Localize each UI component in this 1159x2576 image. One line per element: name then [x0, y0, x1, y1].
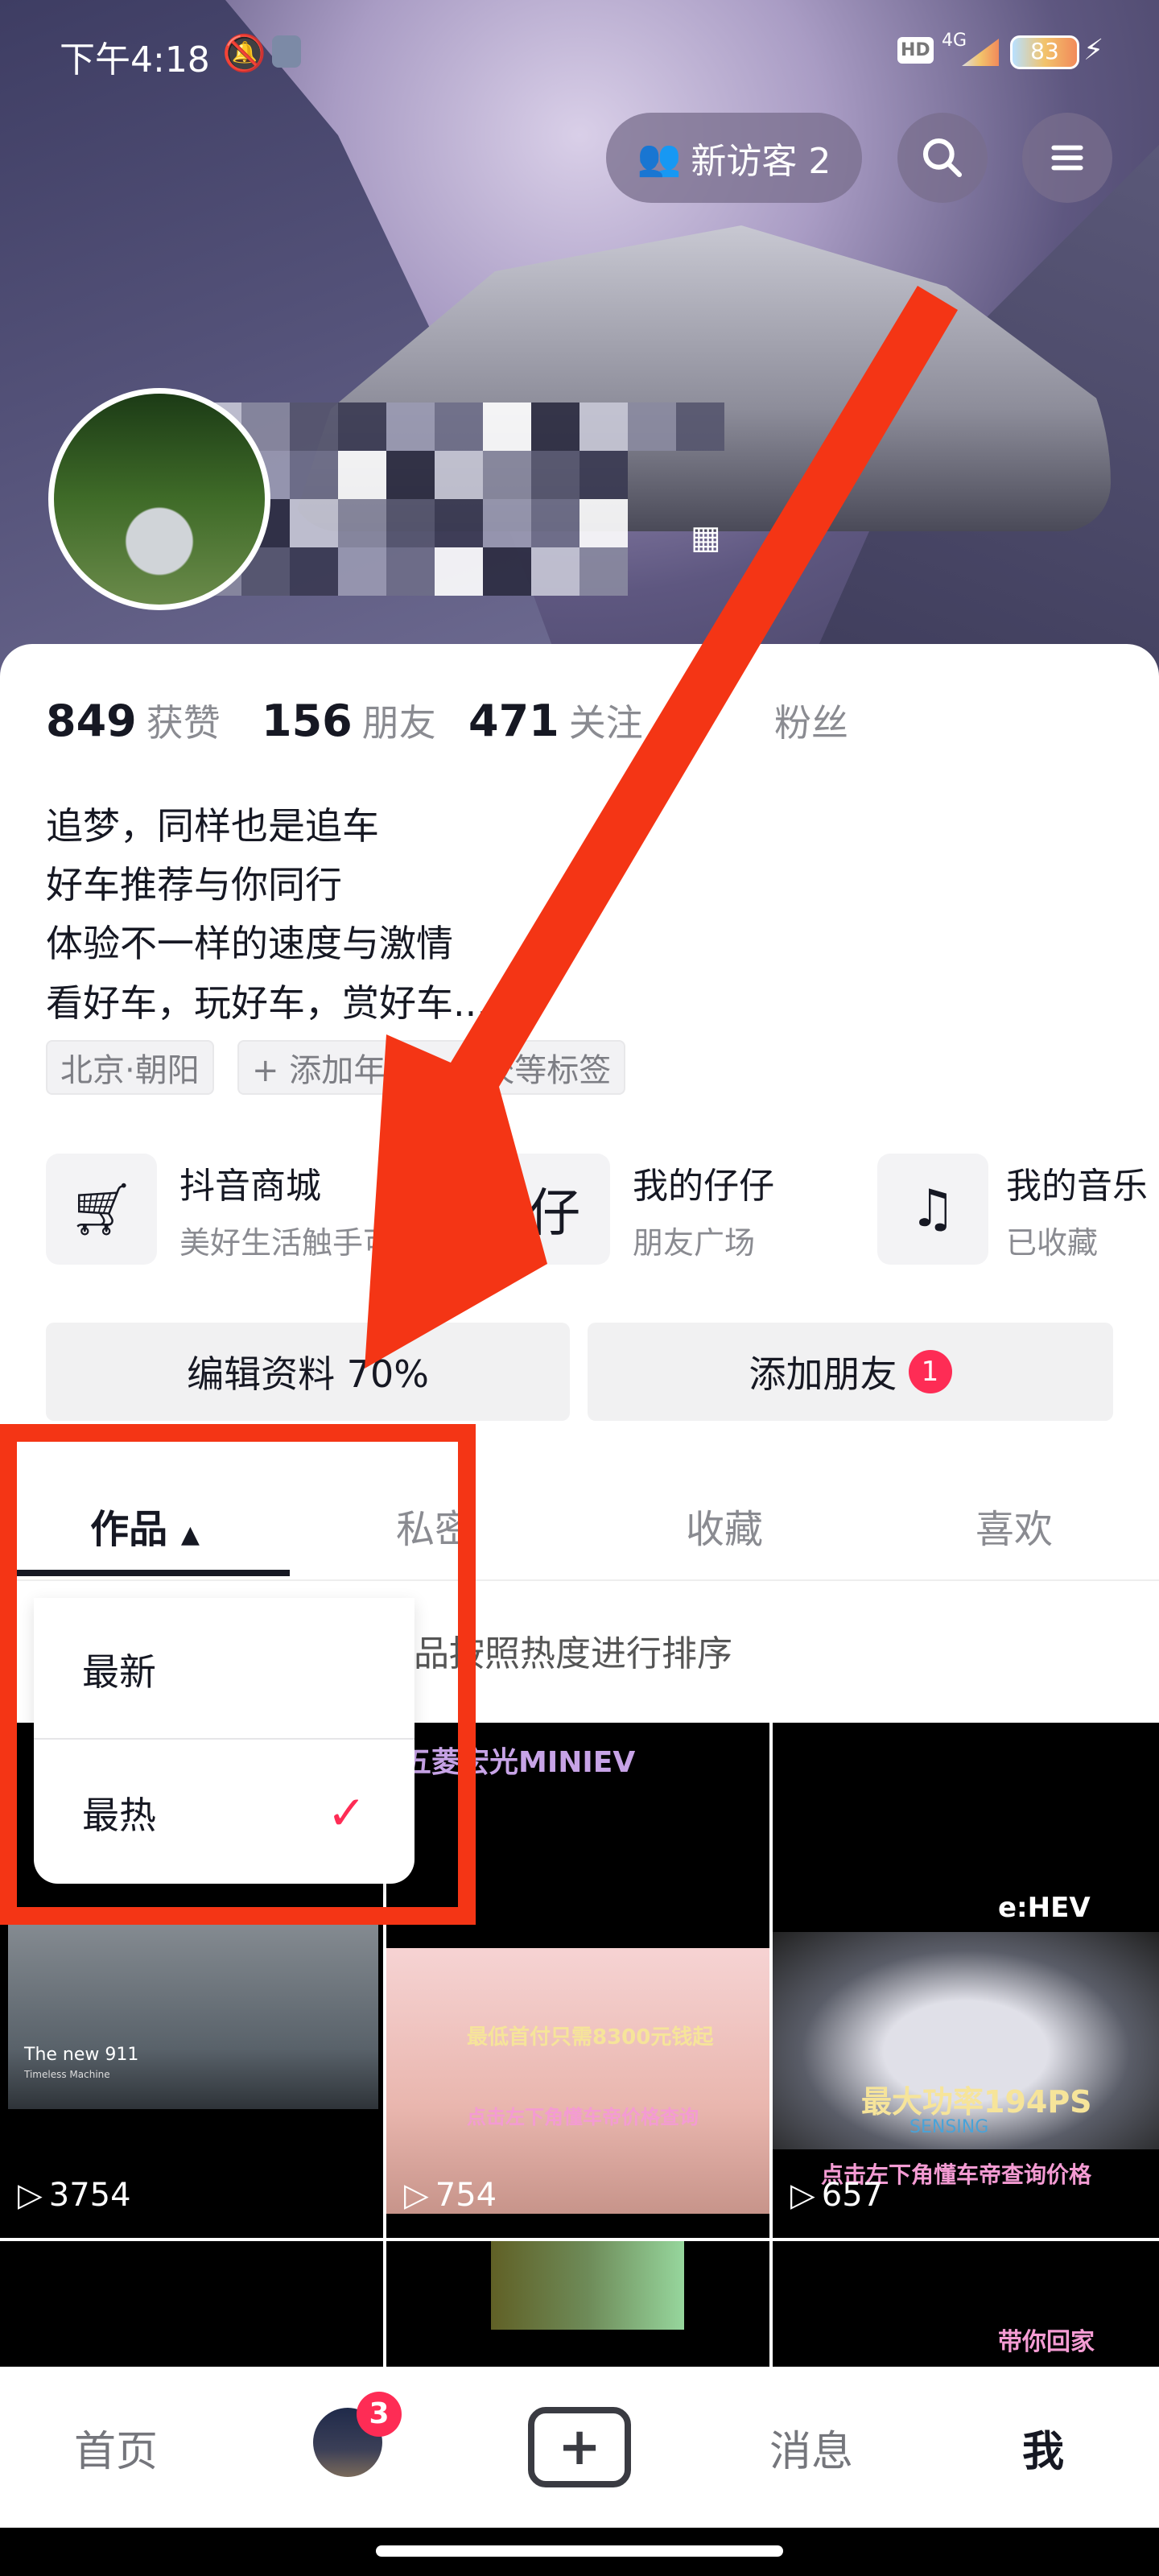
home-indicator[interactable]	[376, 2545, 783, 2557]
nav-create[interactable]: +	[464, 2407, 695, 2487]
system-gesture-bar	[0, 2528, 1159, 2576]
nav-home[interactable]: 首页	[0, 2417, 232, 2478]
annotation-overlay	[0, 286, 958, 1925]
bottom-nav: 首页 3 + 消息 我	[0, 2367, 1159, 2528]
nav-friends[interactable]: 3	[232, 2391, 464, 2487]
notification-badge: 3	[357, 2391, 402, 2437]
plus-icon: +	[528, 2407, 631, 2487]
annotation-arrow	[365, 286, 958, 1368]
annotation-highlight-box	[0, 1424, 476, 1925]
nav-messages[interactable]: 消息	[695, 2417, 927, 2478]
nav-me[interactable]: 我	[927, 2417, 1159, 2478]
